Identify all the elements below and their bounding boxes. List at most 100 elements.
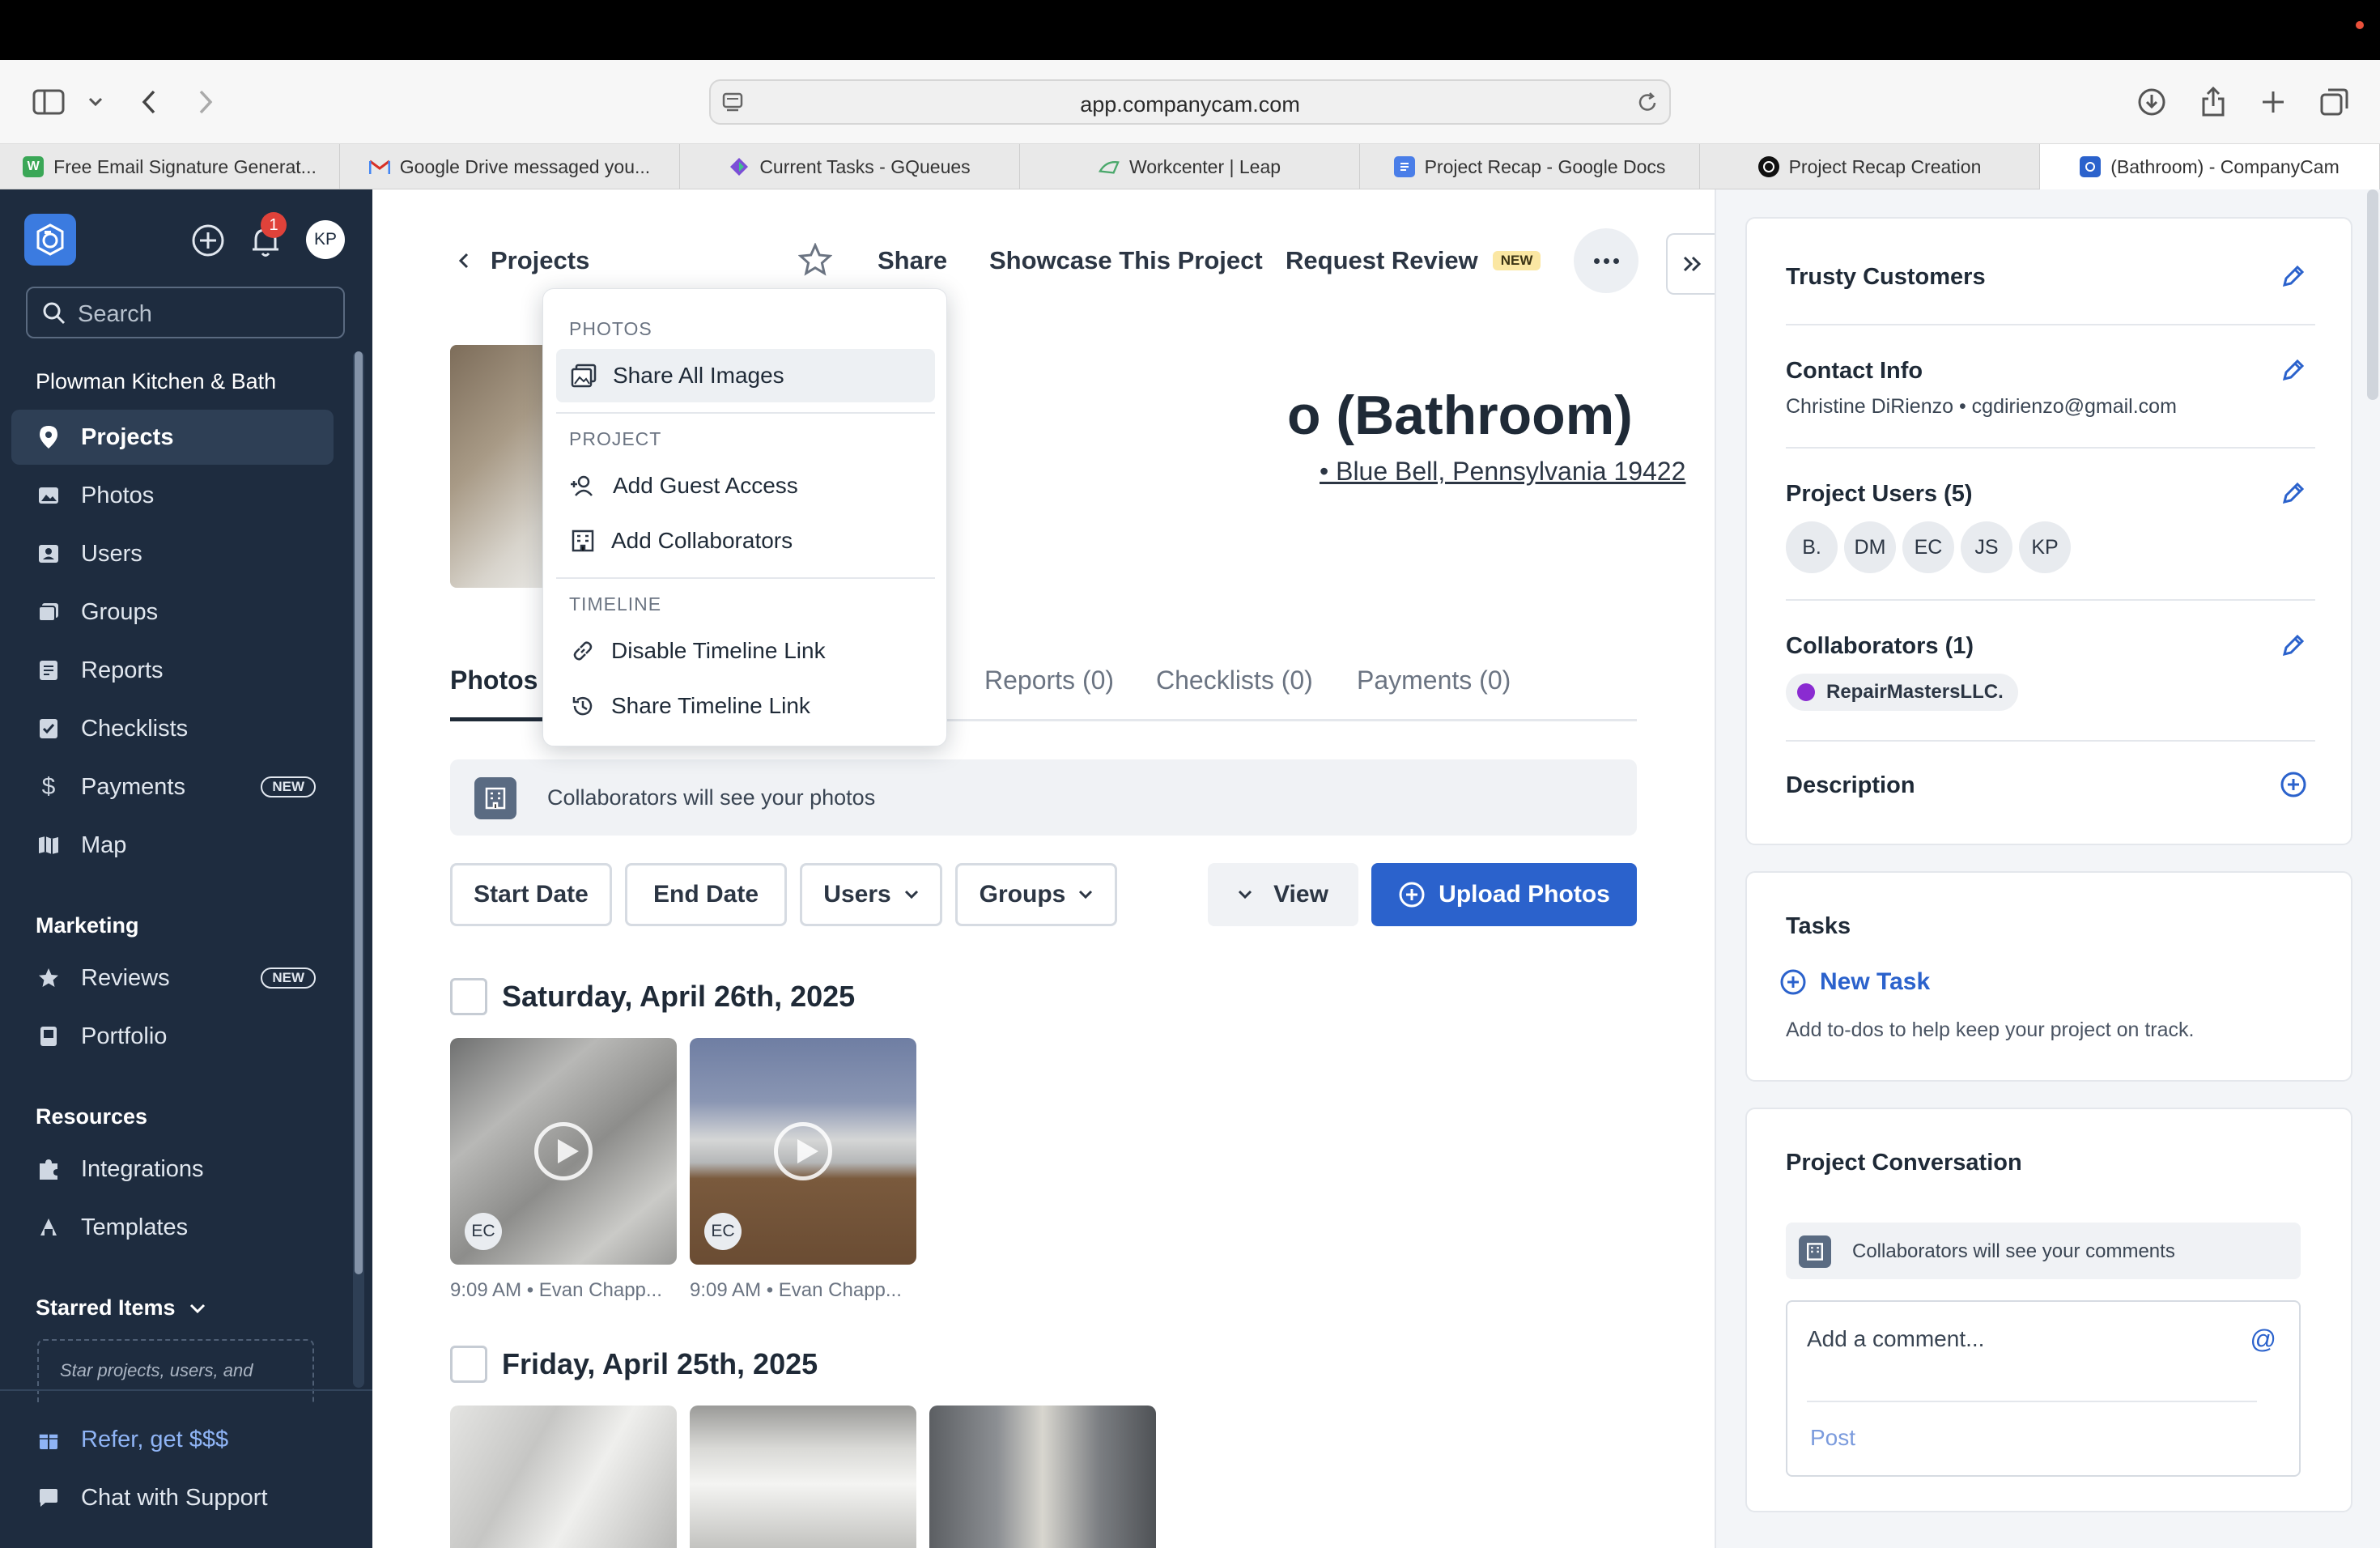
photo-thumbnail[interactable]: EC [450,1038,677,1265]
user-avatar[interactable]: KP [306,220,345,259]
browser-tab-gqueues[interactable]: Current Tasks - GQueues [680,144,1020,189]
sidebar-item-refer[interactable]: Refer, get $$$ [11,1412,334,1467]
edit-pencil-icon[interactable] [2280,479,2307,507]
showcase-button[interactable]: Showcase This Project [989,246,1263,275]
sidebar-item-chat-support[interactable]: Chat with Support [11,1470,334,1525]
tab-overview-icon[interactable] [2317,84,2352,120]
add-collaborators-item[interactable]: Add Collaborators [556,514,935,568]
share-all-images-item[interactable]: Share All Images [556,349,935,402]
browser-tab-companycam[interactable]: (Bathroom) - CompanyCam [2040,144,2380,189]
view-toggle-button[interactable]: View [1208,863,1358,926]
browser-tab-gmail[interactable]: Google Drive messaged you... [340,144,680,189]
tab-checklists[interactable]: Checklists (0) [1156,666,1313,695]
search-input[interactable]: Search [26,287,345,338]
share-icon[interactable] [2195,84,2231,120]
edit-pencil-icon[interactable] [2280,262,2307,290]
project-address-link[interactable]: • Blue Bell, Pennsylvania 19422 [1320,457,1685,487]
address-bar[interactable]: app.companycam.com [709,79,1671,125]
add-guest-access-item[interactable]: Add Guest Access [556,459,935,512]
sidebar-item-payments[interactable]: $ Payments NEW [11,759,334,814]
sidebar-divider [0,1389,372,1391]
link-icon [573,641,593,661]
browser-tab-project-recap[interactable]: Project Recap Creation [1700,144,2040,189]
edit-pencil-icon[interactable] [2280,356,2307,384]
sidebar-item-map[interactable]: Map [11,818,334,873]
photo-meta: 9:09 AM • Evan Chapp... [450,1279,662,1301]
project-user-avatar[interactable]: KP [2019,521,2071,573]
sidebar-toggle-icon[interactable] [31,84,66,120]
select-day-checkbox[interactable] [450,1346,487,1383]
sidebar-item-projects[interactable]: Projects [11,410,334,465]
back-icon[interactable] [131,84,167,120]
more-options-button[interactable] [1574,228,1638,293]
users-filter-button[interactable]: Users [800,863,942,926]
sidebar-item-integrations[interactable]: Integrations [11,1142,334,1197]
collaborator-chip[interactable]: RepairMastersLLC. [1786,674,2018,711]
forward-icon[interactable] [188,84,223,120]
download-icon[interactable] [2134,84,2170,120]
sidebar-scrollbar[interactable] [353,351,364,1388]
share-timeline-link-item[interactable]: Share Timeline Link [556,679,935,733]
dropdown-divider [556,412,935,414]
end-date-button[interactable]: End Date [625,863,787,926]
new-task-button[interactable]: New Task [1779,968,1930,996]
panel-scrollbar-thumb[interactable] [2367,189,2378,400]
photo-thumbnail[interactable] [690,1406,916,1548]
tab-photos[interactable]: Photos ( [450,666,554,695]
browser-tab-signature[interactable]: W Free Email Signature Generat... [0,144,340,189]
notifications-bell-icon[interactable]: 1 [249,212,287,259]
post-button[interactable]: Post [1810,1425,1855,1451]
project-user-avatar[interactable]: DM [1844,521,1896,573]
add-description-icon[interactable] [2280,771,2307,798]
share-button[interactable]: Share [878,246,947,275]
sidebar-item-users[interactable]: Users [11,526,334,581]
browser-tab-docs[interactable]: Project Recap - Google Docs [1360,144,1700,189]
project-user-avatar[interactable]: EC [1902,521,1954,573]
sidebar-item-photos[interactable]: Photos [11,468,334,523]
select-day-checkbox[interactable] [450,978,487,1015]
project-user-avatar[interactable]: JS [1961,521,2012,573]
chevron-left-icon [458,253,469,269]
sidebar-item-reviews[interactable]: Reviews NEW [11,950,334,1006]
edit-pencil-icon[interactable] [2280,632,2307,659]
photo-meta: 9:09 AM • Evan Chapp... [690,1279,902,1301]
active-tab-indicator [450,717,547,721]
sidebar-item-checklists[interactable]: Checklists [11,701,334,756]
sidebar-item-groups[interactable]: Groups [11,585,334,640]
new-badge: NEW [261,776,316,797]
mention-icon[interactable]: @ [2250,1325,2276,1354]
photo-thumbnail[interactable] [450,1406,677,1548]
sidebar-item-templates[interactable]: Templates [11,1200,334,1255]
comment-input[interactable]: Add a comment... [1807,1326,1984,1352]
photo-thumbnail[interactable]: EC [690,1038,916,1265]
gmail-icon [368,156,390,177]
collapse-panel-button[interactable] [1666,233,1716,295]
back-to-projects[interactable]: Projects [458,246,589,275]
url-text: app.companycam.com [1080,92,1300,117]
day-heading: Friday, April 25th, 2025 [502,1347,818,1380]
start-date-button[interactable]: Start Date [450,863,612,926]
reload-icon[interactable] [1635,91,1660,115]
starred-items-toggle[interactable]: Starred Items [36,1295,206,1320]
companycam-logo[interactable] [24,214,76,266]
photo-thumbnail[interactable] [929,1406,1156,1548]
chevron-down-icon[interactable] [78,84,113,120]
sidebar-scrollbar-thumb[interactable] [355,351,363,1274]
add-icon[interactable] [191,223,225,257]
request-review-button[interactable]: Request Review NEW [1286,246,1541,275]
star-project-icon[interactable] [798,243,832,277]
share-dropdown-menu: PHOTOS Share All Images PROJECT Add Gues… [542,288,947,746]
tab-reports[interactable]: Reports (0) [984,666,1114,695]
groups-filter-button[interactable]: Groups [955,863,1117,926]
contact-info-value: Christine DiRienzo • cgdirienzo@gmail.co… [1786,395,2177,418]
upload-photos-button[interactable]: Upload Photos [1371,863,1637,926]
new-tab-icon[interactable] [2255,84,2291,120]
tab-payments[interactable]: Payments (0) [1357,666,1511,695]
customer-name: Trusty Customers [1786,264,1986,290]
sidebar-item-portfolio[interactable]: Portfolio [11,1009,334,1064]
browser-tab-leap[interactable]: Workcenter | Leap [1020,144,1360,189]
project-user-avatar[interactable]: B. [1786,521,1838,573]
disable-timeline-link-item[interactable]: Disable Timeline Link [556,624,935,678]
sidebar-item-reports[interactable]: Reports [11,643,334,698]
description-title: Description [1786,772,1915,798]
